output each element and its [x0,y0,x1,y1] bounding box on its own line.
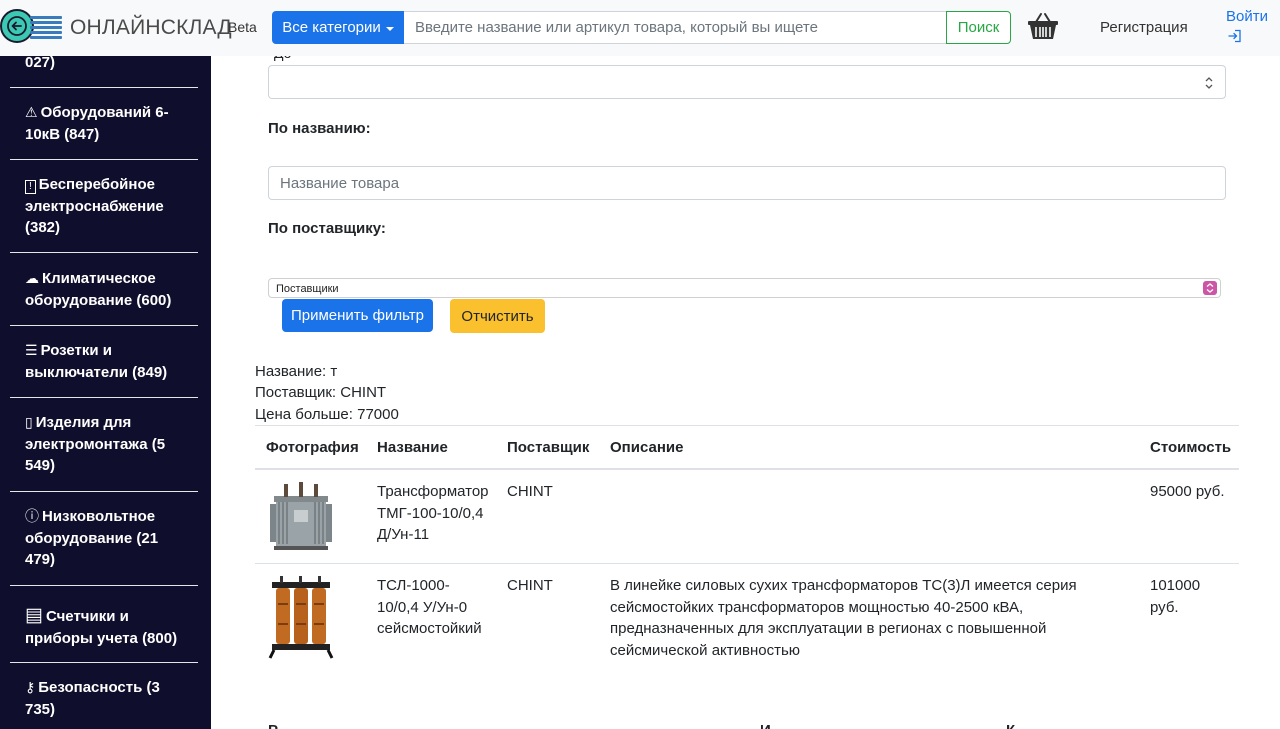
arrow-left-icon [7,16,27,36]
sidebar-item-label: оборудование (21 [25,529,159,547]
transformer-dry-image[interactable] [268,574,334,660]
top-navbar: ОНЛАЙНСКЛАД Beta Все категории Поиск Рег… [0,0,1280,56]
summary-price: Цена больше: 77000 [255,406,399,423]
table-top-border [255,425,1239,426]
price-line: руб. [1150,598,1179,616]
sidebar-item-label: 735) [25,700,56,718]
footer-heading-middle: И [760,722,771,729]
sidebar-item-label: 549) [25,457,56,474]
sidebar-item-label: Розетки и [40,342,113,359]
category-sidebar: 027) ⚠ Оборудований 6- 10кВ (847) ! Беспер… [0,0,211,729]
sidebar-item-label: выключатели (849) [25,363,168,381]
apply-filter-button[interactable]: Применить фильтр [282,299,433,332]
column-header-description: Описание [610,439,684,456]
caret-down-icon [385,26,394,31]
supplier-select-value: Поставщики [276,283,339,295]
product-price: 101000 руб. [1150,575,1200,618]
sidebar-item-label: Климатическое [42,270,156,287]
categories-label: Все категории [282,19,381,36]
alert-square-icon: ! [25,180,36,194]
socket-icon: ☰ [25,342,38,358]
cloud-icon: ☁ [25,270,39,286]
description-line: сейсмостойких трансформаторов мощностью … [610,598,1024,616]
column-header-price: Стоимость [1150,439,1232,456]
description-line: сейсмической активностью [610,641,801,659]
search-button[interactable]: Поиск [946,11,1011,44]
number-stepper-icon[interactable] [1205,76,1213,90]
row-divider [255,563,1239,564]
footer-heading-left: Р [268,722,278,729]
sidebar-item-label: оборудование (600) [25,291,172,309]
sidebar-item-equipment-6-10kv[interactable]: ⚠ Оборудований 6- 10кВ (847) [10,102,198,160]
product-price: 95000 руб. [1150,483,1225,500]
beta-label: Beta [228,19,257,35]
product-description: В линейке силовых сухих трансформаторов … [610,575,1077,661]
sidebar-item-ups[interactable]: ! Бесперебойное электроснабжение (382) [10,174,198,253]
sidebar-item-label: приборы учета (800) [25,629,178,647]
sidebar-item-label: Безопасность (3 [38,679,160,696]
sidebar-item-label: Изделия для [35,414,132,431]
table-header-border [255,468,1239,470]
summary-supplier: Поставщик: CHINT [255,384,387,401]
sidebar-item-label: Оборудований 6- [40,104,169,121]
register-link[interactable]: Регистрация [1100,19,1188,36]
sidebar-item-label: электромонтажа (5 [25,435,166,453]
clear-filter-button[interactable]: Отчистить [450,299,545,333]
sidebar-item-security[interactable]: ⚷ Безопасность (3 735) [10,677,198,729]
key-icon: ⚷ [25,679,36,695]
product-name-line: Трансформатор [377,483,489,500]
price-to-input[interactable] [268,65,1226,99]
logo-lines-icon [30,16,62,40]
sidebar-item-label: (382) [25,219,61,236]
transformer-oil-image[interactable] [266,480,336,552]
building-icon: ▯ [25,414,33,430]
sidebar-item-meters[interactable]: ▤ Счетчики и приборы учета (800) [10,600,198,663]
product-name-line: 10/0,4 У/Ун-0 [377,598,468,616]
product-name-placeholder: Название товара [280,175,400,192]
brand-logo[interactable]: ОНЛАЙНСКЛАД [70,16,232,40]
basket-icon[interactable] [1027,11,1059,41]
sidebar-item-label: 10кВ (847) [25,125,100,143]
sidebar-item-label: Бесперебойное [38,176,155,193]
product-name-line: сейсмостойкий [377,620,482,637]
supplier-filter-label: По поставщику: [268,220,386,237]
sidebar-item-electrical-installation[interactable]: ▯ Изделия для электромонтажа (5 549) [10,412,198,492]
product-name-line: Д/Ун-11 [377,526,430,543]
sign-in-icon[interactable] [1228,29,1242,43]
sidebar-item-climate[interactable]: ☁ Климатическое оборудование (600) [10,268,198,326]
supplier-select[interactable]: Поставщики [268,278,1221,298]
sidebar-item-label: 479) [25,551,56,568]
product-name-input[interactable]: Название товара [268,166,1226,200]
all-categories-dropdown[interactable]: Все категории [272,11,404,44]
product-name[interactable]: Трансформатор ТМГ-100-10/0,4 Д/Ун-11 [377,481,489,546]
summary-name: Название: т [255,363,338,380]
product-name[interactable]: ТСЛ-1000- 10/0,4 У/Ун-0 сейсмостойкий [377,575,482,640]
product-supplier: CHINT [507,483,553,500]
product-name-line: ТМГ-100-10/0,4 [377,504,484,522]
sidebar-item-label: электроснабжение [25,197,164,215]
product-supplier: CHINT [507,577,553,594]
column-header-name: Название [377,439,448,456]
select-arrows-icon [1203,281,1217,295]
sidebar-item-sockets-switches[interactable]: ☰ Розетки и выключатели (849) [10,340,198,398]
price-line: 101000 [1150,577,1201,594]
name-filter-label: По названию: [268,120,371,137]
sidebar-item-label: Счетчики и [45,608,129,625]
sidebar-item-low-voltage[interactable]: ⓘ Низковольтное оборудование (21 479) [10,506,198,586]
sidebar-item-label: Низковольтное [42,508,156,525]
description-line: В линейке силовых сухих трансформаторов … [610,577,1077,594]
column-header-supplier: Поставщик [507,439,590,456]
product-name-line: ТСЛ-1000- [377,577,450,594]
search-input[interactable] [404,11,948,44]
description-line: предназначенных для эксплуатации в регио… [610,620,1047,637]
sidebar-item-partial[interactable]: 027) [10,52,198,88]
column-header-photo: Фотография [266,439,359,456]
warning-icon: ⚠ [25,104,38,120]
login-link[interactable]: Войти [1226,8,1268,25]
info-circle-icon: ⓘ [25,508,39,524]
footer-heading-right: К [1006,722,1015,729]
back-button[interactable] [0,9,34,43]
document-icon: ▤ [25,605,43,626]
